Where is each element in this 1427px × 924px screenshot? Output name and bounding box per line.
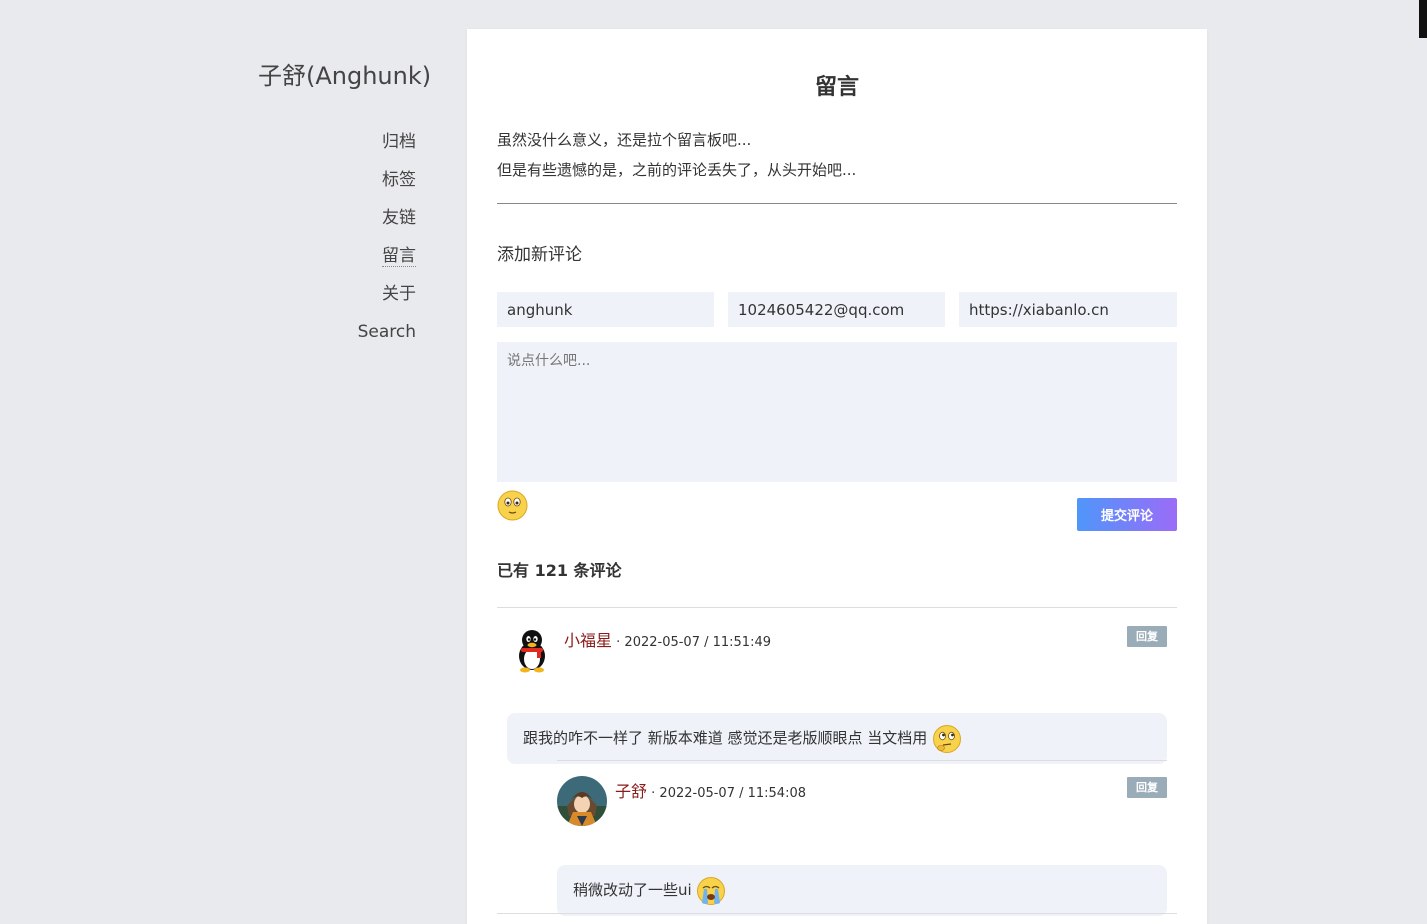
reply-button[interactable]: 回复	[1127, 626, 1167, 647]
comment-body: 跟我的咋不一样了 新版本难道 感觉还是老版顺眼点 当文档用	[507, 713, 1167, 764]
site-nav: 归档 标签 友链 留言 关于 Search	[358, 130, 416, 358]
nav-item-links[interactable]: 友链	[358, 206, 416, 244]
qq-penguin-icon	[507, 625, 557, 675]
anime-character-avatar	[557, 776, 607, 826]
comment-date: · 2022-05-07 / 11:54:08	[651, 786, 807, 801]
comment-text: 稍微改动了一些ui	[573, 881, 692, 899]
divider	[557, 760, 1167, 761]
email-field[interactable]	[728, 292, 945, 327]
site-title[interactable]: 子舒(Anghunk)	[258, 56, 431, 91]
comment-author[interactable]: 小福星	[564, 631, 612, 650]
nav-item-tags[interactable]: 标签	[358, 168, 416, 206]
comment-textarea[interactable]	[497, 342, 1177, 482]
post-title: 留言	[814, 75, 859, 100]
comment-meta: 子舒 · 2022-05-07 / 11:54:08	[615, 778, 806, 802]
post-card: 留言 虽然没什么意义，还是拉个留言板吧... 但是有些遗憾的是，之前的评论丢失了…	[467, 29, 1207, 924]
avatar	[507, 625, 557, 675]
thinking-face-icon	[933, 724, 962, 753]
comment-meta: 小福星 · 2022-05-07 / 11:51:49	[564, 627, 771, 651]
page: 子舒(Anghunk) 归档 标签 友链 留言 关于 Search 留言 虽然没…	[0, 0, 1427, 924]
comment-author[interactable]: 子舒	[615, 782, 647, 801]
avatar	[557, 776, 607, 826]
nav-item-about[interactable]: 关于	[358, 282, 416, 320]
scrollbar[interactable]	[1419, 0, 1427, 38]
nav-item-search[interactable]: Search	[358, 320, 416, 358]
divider	[497, 913, 1177, 914]
post-intro: 虽然没什么意义，还是拉个留言板吧... 但是有些遗憾的是，之前的评论丢失了，从头…	[497, 125, 1177, 185]
comment-text: 跟我的咋不一样了 新版本难道 感觉还是老版顺眼点 当文档用	[523, 729, 928, 747]
reply-button[interactable]: 回复	[1127, 777, 1167, 798]
nav-item-guestbook[interactable]: 留言	[358, 244, 416, 282]
crying-face-icon	[697, 876, 726, 905]
nav-item-archive[interactable]: 归档	[358, 130, 416, 168]
comment-body: 稍微改动了一些ui	[557, 865, 1167, 916]
comment-author-fields	[497, 292, 1177, 327]
divider	[497, 203, 1177, 204]
url-field[interactable]	[959, 292, 1177, 327]
name-field[interactable]	[497, 292, 714, 327]
emoji-picker-icon[interactable]	[497, 490, 528, 521]
divider	[497, 607, 1177, 608]
intro-line-2: 但是有些遗憾的是，之前的评论丢失了，从头开始吧...	[497, 161, 857, 179]
comment-count: 已有 121 条评论	[497, 561, 622, 580]
submit-comment-button[interactable]: 提交评论	[1077, 498, 1177, 531]
add-comment-heading: 添加新评论	[497, 245, 582, 265]
comment-date: · 2022-05-07 / 11:51:49	[616, 635, 772, 650]
intro-line-1: 虽然没什么意义，还是拉个留言板吧...	[497, 131, 752, 149]
